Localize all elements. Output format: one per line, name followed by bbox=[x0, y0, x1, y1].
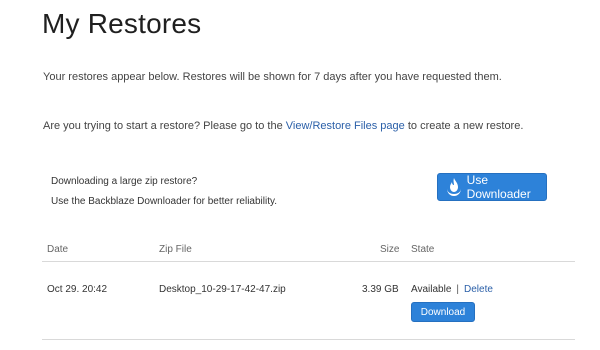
restore-hint: Are you trying to start a restore? Pleas… bbox=[43, 120, 523, 132]
restore-status: Available bbox=[411, 284, 452, 295]
restores-table-header: Date Zip File Size State bbox=[42, 236, 575, 262]
column-header-date: Date bbox=[47, 244, 69, 255]
download-button[interactable]: Download bbox=[411, 302, 475, 322]
intro-text: Your restores appear below. Restores wil… bbox=[43, 71, 502, 83]
view-restore-files-link[interactable]: View/Restore Files page bbox=[286, 120, 405, 132]
downloader-notice: Downloading a large zip restore? Use the… bbox=[51, 172, 277, 212]
restore-zip-file: Desktop_10-29-17-42-47.zip bbox=[159, 284, 286, 295]
column-header-size: Size bbox=[380, 244, 400, 255]
delete-restore-link[interactable]: Delete bbox=[464, 284, 493, 295]
state-separator: | bbox=[456, 284, 460, 295]
restore-date: Oct 29. 20:42 bbox=[47, 284, 108, 295]
use-downloader-label: Use Downloader bbox=[466, 173, 531, 201]
restore-size: 3.39 GB bbox=[362, 284, 399, 295]
restore-state: Available | Delete bbox=[411, 284, 493, 295]
downloader-notice-line1: Downloading a large zip restore? bbox=[51, 176, 198, 187]
my-restores-page: My Restores Your restores appear below. … bbox=[0, 0, 600, 350]
hint-prefix: Are you trying to start a restore? Pleas… bbox=[43, 120, 286, 132]
table-row: Oct 29. 20:42 Desktop_10-29-17-42-47.zip… bbox=[42, 262, 575, 340]
downloader-notice-line2: Use the Backblaze Downloader for better … bbox=[51, 196, 278, 207]
column-header-zip-file: Zip File bbox=[159, 244, 192, 255]
column-header-state: State bbox=[411, 244, 435, 255]
backblaze-flame-icon bbox=[444, 176, 464, 198]
page-title: My Restores bbox=[42, 8, 202, 39]
use-downloader-button[interactable]: Use Downloader bbox=[437, 173, 547, 201]
hint-suffix: to create a new restore. bbox=[404, 120, 524, 132]
